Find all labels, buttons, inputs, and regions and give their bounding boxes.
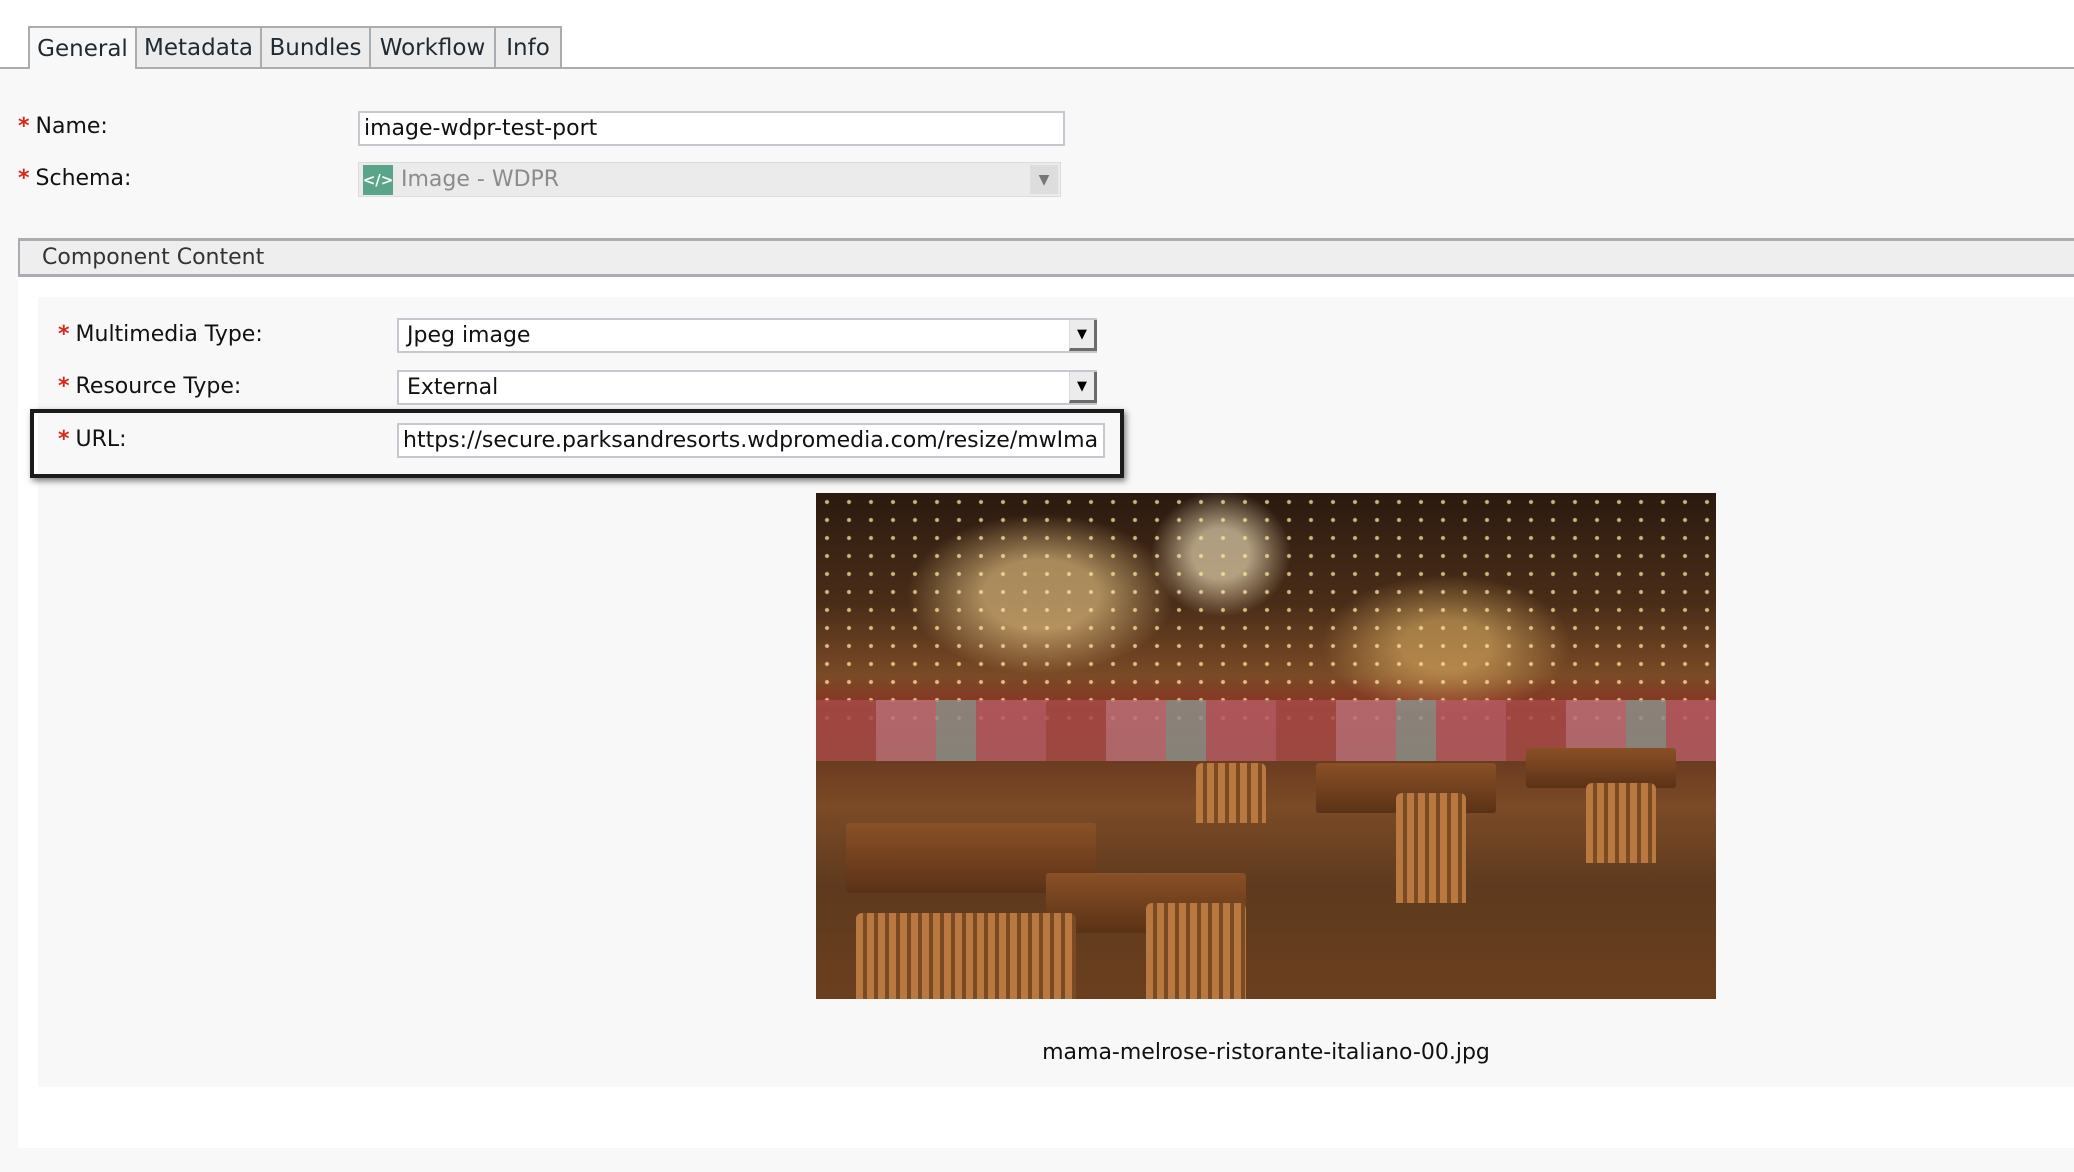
name-label: * Name: bbox=[18, 114, 108, 139]
image-chair bbox=[1586, 783, 1656, 863]
multimedia-type-label: * Multimedia Type: bbox=[58, 322, 263, 347]
resource-type-select[interactable]: External ▼ bbox=[397, 370, 1097, 405]
schema-label-text: Schema: bbox=[35, 166, 132, 191]
name-label-text: Name: bbox=[35, 114, 108, 139]
schema-value: Image - WDPR bbox=[401, 167, 560, 192]
required-marker: * bbox=[18, 166, 30, 191]
resource-type-label-text: Resource Type: bbox=[75, 374, 242, 399]
chevron-down-icon[interactable]: ▼ bbox=[1069, 372, 1097, 403]
resource-type-label: * Resource Type: bbox=[58, 374, 241, 399]
required-marker: * bbox=[18, 114, 30, 139]
image-caption: mama-melrose-ristorante-italiano-00.jpg bbox=[1042, 1040, 1490, 1065]
multimedia-type-label-text: Multimedia Type: bbox=[75, 322, 263, 347]
required-marker: * bbox=[58, 374, 70, 399]
tab-general[interactable]: General bbox=[28, 26, 137, 69]
schema-label: * Schema: bbox=[18, 166, 131, 191]
component-content-title: Component Content bbox=[42, 245, 265, 270]
component-content-header[interactable]: Component Content bbox=[18, 238, 2074, 277]
url-label: * URL: bbox=[58, 427, 127, 452]
tab-strip-divider bbox=[0, 67, 2074, 69]
multimedia-type-select[interactable]: Jpeg image ▼ bbox=[397, 318, 1097, 353]
url-label-text: URL: bbox=[75, 427, 127, 452]
required-marker: * bbox=[58, 427, 70, 452]
image-chair bbox=[1196, 763, 1266, 823]
preview-image bbox=[816, 493, 1716, 999]
name-input[interactable] bbox=[358, 111, 1065, 146]
chevron-down-icon[interactable]: ▼ bbox=[1030, 165, 1058, 194]
image-chair bbox=[1146, 903, 1246, 999]
image-table bbox=[1526, 748, 1676, 788]
image-chair bbox=[856, 913, 1076, 999]
code-brackets-icon: </> bbox=[363, 164, 393, 195]
tab-metadata[interactable]: Metadata bbox=[135, 26, 262, 67]
multimedia-type-value: Jpeg image bbox=[407, 323, 531, 348]
required-marker: * bbox=[58, 322, 70, 347]
image-chair bbox=[1396, 793, 1466, 903]
schema-select[interactable]: </> Image - WDPR ▼ bbox=[358, 162, 1061, 197]
chevron-down-icon[interactable]: ▼ bbox=[1069, 320, 1097, 351]
tab-info[interactable]: Info bbox=[494, 26, 562, 67]
url-input[interactable] bbox=[397, 423, 1105, 458]
tab-workflow[interactable]: Workflow bbox=[369, 26, 496, 67]
resource-type-value: External bbox=[407, 375, 499, 400]
image-string-lights bbox=[816, 493, 1716, 721]
tab-bundles[interactable]: Bundles bbox=[260, 26, 371, 67]
bottom-background bbox=[0, 1148, 2074, 1172]
